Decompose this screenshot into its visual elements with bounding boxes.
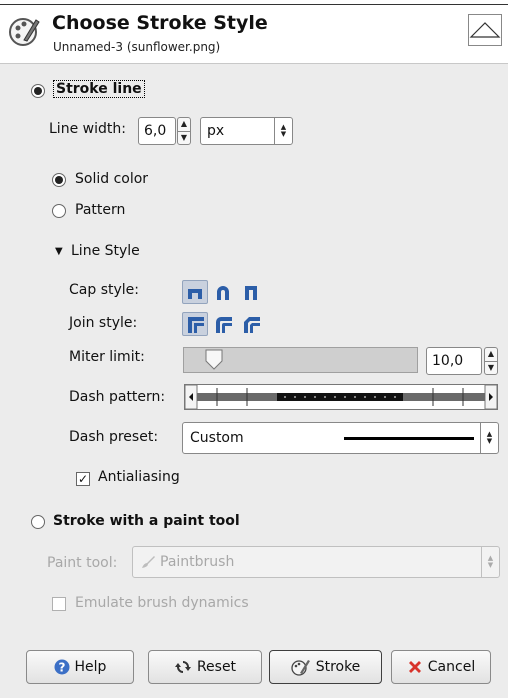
combo-arrows-icon: ▲ ▼ bbox=[481, 547, 499, 577]
cap-square-button[interactable] bbox=[238, 280, 264, 304]
join-bevel-button[interactable] bbox=[238, 312, 264, 336]
stroke-line-label[interactable]: Stroke line bbox=[53, 80, 145, 98]
miter-limit-spinner[interactable]: ▲ ▼ bbox=[484, 347, 498, 375]
join-round-button[interactable] bbox=[210, 312, 236, 336]
radio-indicator bbox=[31, 515, 45, 529]
dash-pattern-label: Dash pattern: bbox=[69, 389, 166, 405]
line-width-input[interactable]: 6,0 bbox=[138, 117, 176, 145]
miter-limit-slider[interactable] bbox=[183, 347, 418, 373]
cap-square-icon bbox=[245, 286, 257, 300]
line-preview bbox=[344, 436, 474, 440]
dialog-title: Choose Stroke Style bbox=[52, 12, 268, 34]
radio-indicator bbox=[52, 173, 66, 187]
line-width-label: Line width: bbox=[49, 121, 126, 137]
radio-indicator bbox=[52, 204, 66, 218]
stroke-line-radio[interactable] bbox=[31, 84, 45, 102]
reset-button[interactable]: Reset bbox=[148, 650, 262, 684]
solid-color-radio[interactable] bbox=[52, 173, 66, 191]
cancel-button[interactable]: Cancel bbox=[391, 650, 491, 684]
spin-up-icon[interactable]: ▲ bbox=[485, 348, 497, 361]
paintbrush-icon bbox=[142, 556, 155, 568]
dialog-subtitle: Unnamed-3 (sunflower.png) bbox=[53, 40, 221, 54]
line-style-expander[interactable]: Line Style bbox=[71, 243, 140, 259]
pattern-label[interactable]: Pattern bbox=[75, 202, 125, 218]
stroke-button[interactable]: Stroke bbox=[269, 650, 382, 684]
combo-arrows-icon: ▲ ▼ bbox=[274, 118, 292, 144]
emulate-dynamics-label[interactable]: Emulate brush dynamics bbox=[75, 595, 249, 611]
paint-tool-combo[interactable]: Paintbrush ▲ ▼ bbox=[132, 546, 500, 578]
cap-round-icon bbox=[217, 286, 229, 300]
join-bevel-icon bbox=[244, 317, 260, 333]
spin-up-icon[interactable]: ▲ bbox=[178, 118, 190, 131]
antialiasing-label[interactable]: Antialiasing bbox=[98, 469, 180, 485]
help-icon: ? bbox=[54, 659, 70, 675]
spin-down-icon[interactable]: ▼ bbox=[485, 360, 497, 375]
emulate-dynamics-checkbox[interactable] bbox=[52, 597, 66, 615]
cap-butt-button[interactable] bbox=[182, 280, 208, 304]
svg-text:?: ? bbox=[58, 661, 65, 675]
triangle-up-icon bbox=[469, 22, 501, 38]
line-width-spinner[interactable]: ▲ ▼ bbox=[177, 117, 191, 145]
reset-icon bbox=[174, 661, 191, 673]
solid-color-label[interactable]: Solid color bbox=[75, 171, 148, 187]
help-button[interactable]: ? Help bbox=[26, 650, 134, 684]
paint-tool-radio[interactable] bbox=[31, 515, 45, 533]
check-icon: ✓ bbox=[76, 472, 90, 486]
antialiasing-checkbox[interactable]: ✓ bbox=[76, 471, 90, 487]
join-round-icon bbox=[216, 317, 232, 333]
header-border bbox=[0, 4, 508, 5]
cap-round-button[interactable] bbox=[210, 280, 236, 304]
checkbox-box bbox=[52, 597, 66, 611]
paint-tool-mode-label[interactable]: Stroke with a paint tool bbox=[53, 513, 240, 529]
cap-style-label: Cap style: bbox=[69, 282, 139, 298]
cancel-icon bbox=[408, 661, 421, 673]
dash-preset-combo[interactable]: Custom ▲ ▼ bbox=[182, 422, 499, 454]
miter-limit-input[interactable]: 10,0 bbox=[426, 347, 482, 375]
join-style-label: Join style: bbox=[69, 315, 138, 331]
expander-arrow-icon[interactable]: ▼ bbox=[55, 246, 63, 257]
join-miter-icon bbox=[188, 317, 204, 333]
combo-arrows-icon: ▲ ▼ bbox=[480, 423, 498, 453]
dash-preset-label: Dash preset: bbox=[69, 429, 159, 445]
cap-butt-icon bbox=[188, 289, 202, 299]
slider-thumb[interactable] bbox=[203, 349, 225, 371]
dash-pattern-editor[interactable] bbox=[184, 384, 498, 410]
miter-limit-label: Miter limit: bbox=[69, 349, 145, 365]
paint-tool-label: Paint tool: bbox=[47, 555, 118, 571]
stroke-dialog-icon bbox=[8, 14, 42, 48]
pattern-radio[interactable] bbox=[52, 204, 66, 222]
spin-down-icon[interactable]: ▼ bbox=[178, 130, 190, 145]
join-miter-button[interactable] bbox=[182, 312, 208, 336]
stroke-icon bbox=[291, 660, 310, 676]
unit-combo[interactable]: px ▲ ▼ bbox=[200, 117, 293, 145]
collapse-button[interactable] bbox=[468, 14, 502, 46]
radio-indicator bbox=[31, 84, 45, 98]
